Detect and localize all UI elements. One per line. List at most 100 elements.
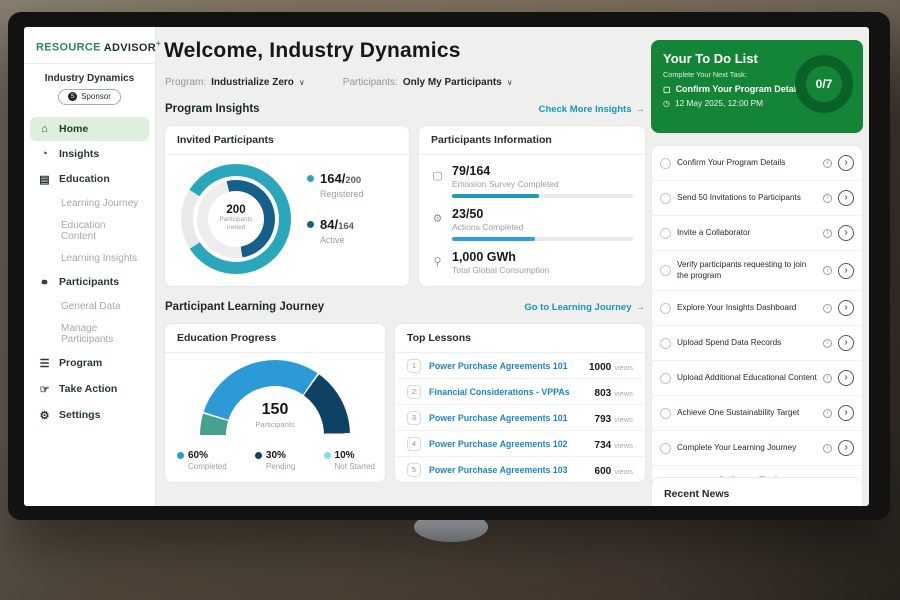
task-row-confirm-your-program[interactable]: Confirm Your Program Details i › (652, 146, 862, 181)
sidebar-item-education-content[interactable]: Education Content (30, 215, 149, 247)
legend-value: 164/ (320, 171, 345, 186)
sidebar-item-learning-journey[interactable]: Learning Journey (30, 193, 149, 214)
info-icon[interactable]: i (823, 409, 832, 418)
lesson-link[interactable]: Power Purchase Agreements 102 (429, 439, 587, 449)
task-row-explore-your-insights[interactable]: Explore Your Insights Dashboard i › (652, 291, 862, 326)
legend-dot-icon (307, 175, 314, 182)
chevron-right-icon[interactable]: › (838, 263, 854, 279)
task-row-upload-additional-educational[interactable]: Upload Additional Educational Content i … (652, 361, 862, 396)
chevron-right-icon[interactable]: › (838, 300, 854, 316)
link-label: Go to Learning Journey (524, 302, 631, 313)
chevron-down-icon: ∨ (507, 78, 513, 87)
lesson-views: 1000 (589, 362, 611, 373)
task-checkbox[interactable] (660, 228, 671, 239)
task-label: Achieve One Sustainability Target (677, 408, 817, 419)
task-checkbox[interactable] (660, 373, 671, 384)
task-checkbox[interactable] (660, 408, 671, 419)
arrow-right-icon: → (636, 302, 646, 313)
chevron-right-icon[interactable]: › (838, 440, 854, 456)
task-checkbox[interactable] (660, 158, 671, 169)
lesson-link[interactable]: Power Purchase Agreements 101 (429, 413, 587, 423)
legend-label: Active (320, 235, 354, 245)
info-icon[interactable]: i (823, 374, 832, 383)
task-label: Send 50 Invitations to Participants (677, 193, 817, 204)
task-row-upload-spend-data[interactable]: Upload Spend Data Records i › (652, 326, 862, 361)
chevron-right-icon[interactable]: › (838, 155, 854, 171)
task-row-achieve-one-sustainability[interactable]: Achieve One Sustainability Target i › (652, 396, 862, 431)
dashboard-screen: RESOURCEADVISOR+ Industry Dynamics S Spo… (24, 27, 869, 506)
program-insights-title: Program Insights (165, 103, 260, 115)
task-label: Explore Your Insights Dashboard (677, 303, 817, 314)
lesson-rank: 4 (407, 437, 421, 451)
task-row-send-50-invitations[interactable]: Send 50 Invitations to Participants i › (652, 181, 862, 216)
task-row-verify-participants-requesting[interactable]: Verify participants requesting to join t… (652, 251, 862, 291)
sidebar-item-general-data[interactable]: General Data (30, 296, 149, 317)
learning-journey-title: Participant Learning Journey (165, 301, 324, 313)
info-icon[interactable]: i (823, 444, 832, 453)
info-icon[interactable]: i (823, 194, 832, 203)
todo-next-task: ▢ Confirm Your Program Details (663, 84, 813, 94)
sidebar-item-program[interactable]: ☰ Program (30, 351, 149, 376)
gauge-legend-item: 60% Completed (177, 450, 227, 471)
logo-plus-icon: + (156, 39, 161, 48)
lesson-link[interactable]: Power Purchase Agreements 101 (429, 361, 581, 371)
sidebar-item-participants[interactable]: ⚭ Participants (30, 270, 149, 295)
consumption-icon: ⚲ (431, 250, 444, 275)
task-row-invite-a-collaborator[interactable]: Invite a Collaborator i › (652, 216, 862, 251)
legend-dot-icon (177, 452, 184, 459)
task-checkbox[interactable] (660, 338, 671, 349)
task-label: Verify participants requesting to join t… (677, 260, 817, 281)
go-to-learning-journey-link[interactable]: Go to Learning Journey → (524, 302, 645, 313)
donut-center-label: Participants (208, 216, 264, 224)
lesson-link[interactable]: Financial Considerations - VPPAs (429, 387, 587, 397)
lesson-row: 1 Power Purchase Agreements 101 1000view… (395, 353, 645, 379)
program-dropdown[interactable]: Program: Industrialize Zero ∨ (165, 77, 305, 88)
sidebar-item-take-action[interactable]: ☞ Take Action (30, 377, 149, 402)
donut-center: 200 Participants Invited (208, 191, 264, 247)
program-insights-header: Program Insights Check More Insights→ (165, 103, 645, 115)
monitor-bezel: RESOURCEADVISOR+ Industry Dynamics S Spo… (8, 12, 890, 520)
chevron-right-icon[interactable]: › (838, 225, 854, 241)
metric-row: ⚲ 1,000 GWh Total Global Consumption (431, 250, 633, 275)
sidebar-item-settings[interactable]: ⚙ Settings (30, 403, 149, 428)
gauge-legend-item: 30% Pending (255, 450, 295, 471)
legend-dot-icon (324, 452, 331, 459)
participants-dropdown[interactable]: Participants: Only My Participants ∨ (343, 77, 513, 88)
sidebar-item-home[interactable]: ⌂ Home (30, 117, 149, 141)
legend-pct: 60% (188, 450, 208, 461)
info-icon[interactable]: i (823, 229, 832, 238)
metric-row: ▢ 79/164 Emission Survey Completed (431, 164, 633, 198)
arrow-right-icon: → (636, 104, 646, 115)
lesson-views-word: views (614, 467, 633, 476)
logo-secondary: ADVISOR (104, 42, 156, 54)
task-checkbox[interactable] (660, 265, 671, 276)
info-icon[interactable]: i (823, 339, 832, 348)
sidebar-item-manage-participants[interactable]: Manage Participants (30, 318, 149, 350)
sidebar-item-learning-insights[interactable]: Learning Insights (30, 248, 149, 269)
sponsor-label: Sponsor (81, 92, 111, 101)
info-icon[interactable]: i (823, 266, 832, 275)
todo-column: Your To Do List Complete Your Next Task:… (651, 27, 863, 506)
chevron-right-icon[interactable]: › (838, 335, 854, 351)
task-label: Upload Additional Educational Content (677, 373, 817, 384)
task-checkbox[interactable] (660, 443, 671, 454)
info-icon[interactable]: i (823, 159, 832, 168)
metric-label: Emission Survey Completed (452, 179, 633, 189)
info-icon[interactable]: i (823, 304, 832, 313)
take-action-icon: ☞ (38, 383, 51, 396)
sidebar-item-education[interactable]: ▤ Education (30, 167, 149, 192)
sidebar-item-insights[interactable]: ◔ Insights (30, 142, 149, 166)
check-more-insights-link[interactable]: Check More Insights→ (539, 104, 645, 115)
task-checkbox[interactable] (660, 303, 671, 314)
lesson-views: 793 (595, 414, 612, 425)
insights-icon: ◔ (38, 148, 51, 160)
metric-value: 1,000 GWh (452, 250, 633, 264)
chevron-right-icon[interactable]: › (838, 370, 854, 386)
metric-value: 23/50 (452, 207, 633, 221)
task-checkbox[interactable] (660, 193, 671, 204)
lesson-link[interactable]: Power Purchase Agreements 103 (429, 465, 587, 475)
task-row-complete-your-learning[interactable]: Complete Your Learning Journey i › (652, 431, 862, 466)
chevron-right-icon[interactable]: › (838, 190, 854, 206)
chevron-right-icon[interactable]: › (838, 405, 854, 421)
lesson-row: 2 Financial Considerations - VPPAs 803vi… (395, 379, 645, 405)
